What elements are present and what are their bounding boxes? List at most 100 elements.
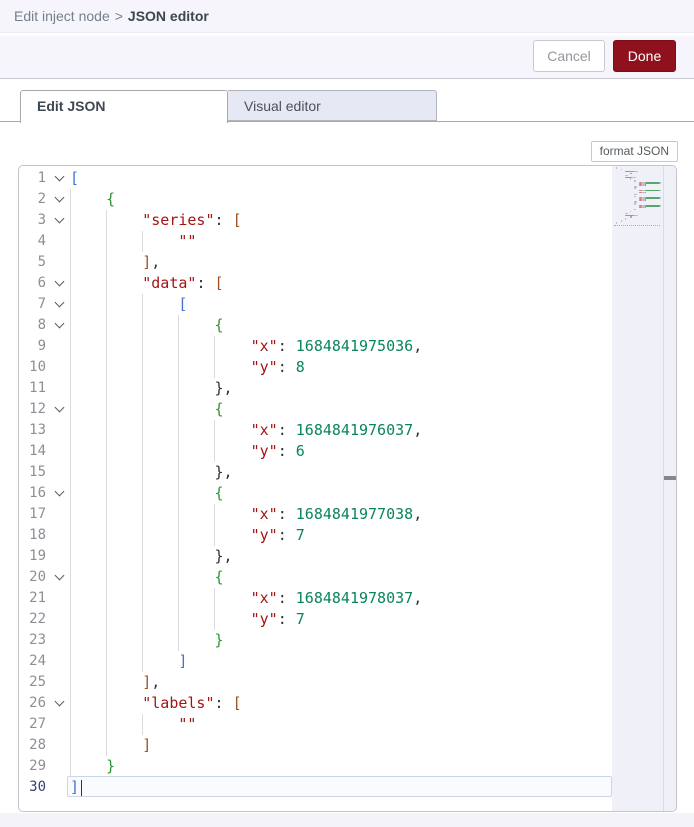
code-text: "y": 8: [70, 357, 305, 378]
code-line[interactable]: 8 {: [19, 315, 676, 336]
breadcrumb: Edit inject node>JSON editor: [14, 8, 209, 24]
code-text: },: [70, 462, 233, 483]
minimap-mark: [634, 209, 635, 211]
minimap-canvas: [612, 166, 663, 811]
code-line[interactable]: 13 "x": 1684841976037,: [19, 420, 676, 441]
code-line[interactable]: 23 }: [19, 630, 676, 651]
tab-visual-editor[interactable]: Visual editor: [228, 90, 437, 121]
code-line[interactable]: 2 {: [19, 189, 676, 210]
code-line[interactable]: 21 "x": 1684841978037,: [19, 588, 676, 609]
code-line[interactable]: 19 },: [19, 546, 676, 567]
code-line[interactable]: 11 },: [19, 378, 676, 399]
code-line[interactable]: 10 "y": 8: [19, 357, 676, 378]
line-number: 6: [19, 273, 46, 294]
format-json-button[interactable]: format JSON: [591, 141, 678, 162]
code-text: ],: [70, 672, 160, 693]
minimap-mark: [634, 180, 635, 182]
code-text: "x": 1684841976037,: [70, 420, 422, 441]
minimap[interactable]: [612, 166, 676, 811]
code-line[interactable]: 30]: [19, 777, 676, 798]
code-line[interactable]: 18 "y": 7: [19, 525, 676, 546]
code-area[interactable]: 1[2 {3 "series": [4 ""5 ],6 "data": [7 […: [19, 166, 676, 811]
code-text: ],: [70, 252, 160, 273]
code-text: {: [70, 399, 224, 420]
code-line[interactable]: 24 ]: [19, 651, 676, 672]
json-editor-dialog: Edit inject node>JSON editor Cancel Done…: [0, 0, 694, 827]
minimap-mark: [630, 178, 631, 180]
code-line[interactable]: 5 ],: [19, 252, 676, 273]
code-text: {: [70, 315, 224, 336]
chevron-down-icon: [54, 193, 64, 203]
fold-toggle[interactable]: [49, 168, 69, 189]
scrollbar-thumb[interactable]: [664, 476, 676, 480]
line-number: 4: [19, 231, 46, 252]
minimap-mark: [625, 218, 626, 220]
chevron-down-icon: [54, 214, 64, 224]
line-number: 18: [19, 525, 46, 546]
fold-toggle[interactable]: [49, 399, 69, 420]
code-text: "labels": [: [70, 693, 242, 714]
fold-toggle[interactable]: [49, 483, 69, 504]
code-line[interactable]: 25 ],: [19, 672, 676, 693]
cancel-button[interactable]: Cancel: [533, 40, 605, 72]
fold-toggle[interactable]: [49, 567, 69, 588]
line-number: 5: [19, 252, 46, 273]
tab-edit-json[interactable]: Edit JSON: [20, 90, 228, 123]
fold-toggle[interactable]: [49, 294, 69, 315]
minimap-mark: [616, 167, 617, 169]
line-number: 16: [19, 483, 46, 504]
minimap-mark: [645, 199, 646, 201]
minimap-mark: [626, 175, 627, 177]
code-line[interactable]: 26 "labels": [: [19, 693, 676, 714]
fold-toggle[interactable]: [49, 210, 69, 231]
code-text: {: [70, 483, 224, 504]
code-line[interactable]: 15 },: [19, 462, 676, 483]
line-number: 30: [19, 777, 46, 798]
code-line[interactable]: 29 }: [19, 756, 676, 777]
fold-toggle[interactable]: [49, 273, 69, 294]
code-line[interactable]: 20 {: [19, 567, 676, 588]
line-number: 21: [19, 588, 46, 609]
code-line[interactable]: 14 "y": 6: [19, 441, 676, 462]
json-code-editor[interactable]: 1[2 {3 "series": [4 ""5 ],6 "data": [7 […: [18, 165, 677, 812]
fold-toggle[interactable]: [49, 189, 69, 210]
breadcrumb-title: JSON editor: [128, 8, 209, 24]
line-number: 8: [19, 315, 46, 336]
code-line[interactable]: 1[: [19, 168, 676, 189]
done-button[interactable]: Done: [613, 40, 676, 72]
minimap-mark: [616, 222, 617, 224]
line-number: 26: [19, 693, 46, 714]
minimap-mark: [660, 205, 661, 207]
code-line[interactable]: 17 "x": 1684841977038,: [19, 504, 676, 525]
code-line[interactable]: 12 {: [19, 399, 676, 420]
minimap-mark: [660, 182, 661, 184]
code-text: "x": 1684841978037,: [70, 588, 422, 609]
code-line[interactable]: 3 "series": [: [19, 210, 676, 231]
line-number: 24: [19, 651, 46, 672]
minimap-mark: [645, 190, 660, 192]
line-number: 29: [19, 756, 46, 777]
chevron-down-icon: [54, 697, 64, 707]
fold-toggle[interactable]: [49, 315, 69, 336]
chevron-down-icon: [54, 403, 64, 413]
code-line[interactable]: 6 "data": [: [19, 273, 676, 294]
line-number: 2: [19, 189, 46, 210]
code-line[interactable]: 4 "": [19, 231, 676, 252]
fold-toggle[interactable]: [49, 693, 69, 714]
minimap-mark: [626, 213, 627, 215]
code-text: },: [70, 378, 233, 399]
line-number: 14: [19, 441, 46, 462]
code-line[interactable]: 27 "": [19, 714, 676, 735]
code-text: {: [70, 189, 115, 210]
code-line[interactable]: 16 {: [19, 483, 676, 504]
code-line[interactable]: 7 [: [19, 294, 676, 315]
minimap-mark: [630, 173, 632, 175]
code-text: "x": 1684841975036,: [70, 336, 422, 357]
code-text: ]: [70, 777, 79, 798]
code-line[interactable]: 9 "x": 1684841975036,: [19, 336, 676, 357]
code-line[interactable]: 28 ]: [19, 735, 676, 756]
code-line[interactable]: 22 "y": 7: [19, 609, 676, 630]
dialog-header: Edit inject node>JSON editor: [0, 0, 694, 33]
line-number: 1: [19, 168, 46, 189]
minimap-current-line-marker: [614, 225, 660, 226]
